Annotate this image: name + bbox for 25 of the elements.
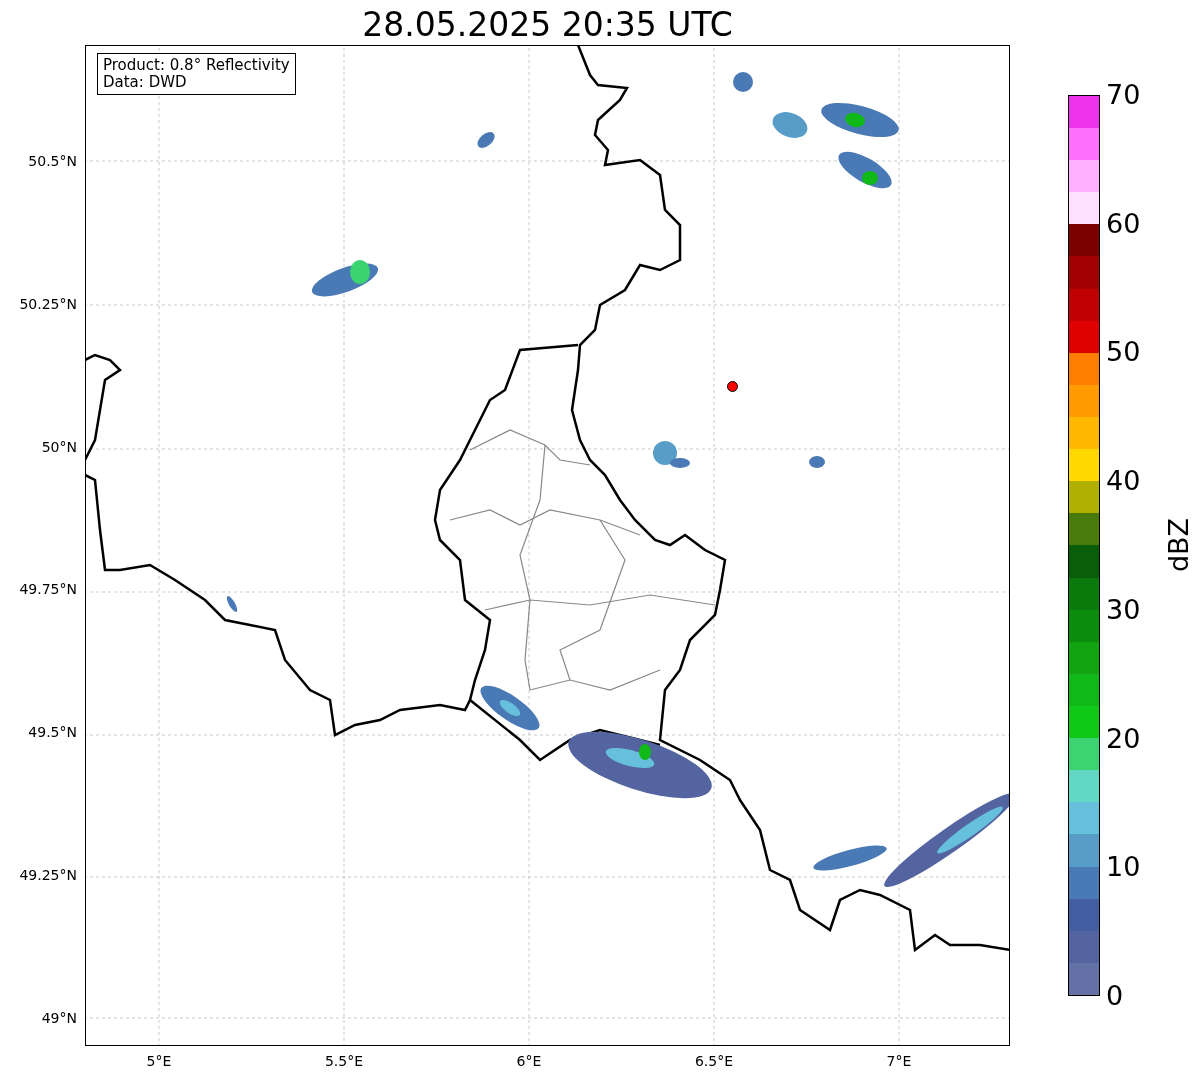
- colorbar-tick-label: 50: [1106, 337, 1141, 368]
- colorbar-tick-label: 30: [1106, 594, 1141, 625]
- chart-title: 28.05.2025 20:35 UTC: [362, 5, 733, 45]
- info-text: Product: 0.8° Reflectivity: [103, 57, 290, 74]
- colorbar-tick-label: 10: [1106, 852, 1141, 883]
- colorbar-tick-label: 0: [1106, 981, 1124, 1011]
- colorbar-label: dBZ: [1162, 517, 1194, 573]
- latitude-tick-label: 50°N: [41, 438, 77, 455]
- latitude-tick-label: 49.5°N: [28, 724, 77, 741]
- info-text: Data: DWD: [103, 74, 188, 91]
- longitude-tick-label: 5.5°E: [324, 1053, 364, 1069]
- longitude-tick-label: 6.5°E: [694, 1053, 734, 1069]
- latitude-tick-label: 49°N: [41, 1009, 77, 1026]
- latitude-tick-label: 49.25°N: [19, 867, 77, 883]
- longitude-tick-label: 6°E: [516, 1053, 542, 1069]
- latitude-tick-label: 50.5°N: [28, 153, 77, 169]
- colorbar-tick-label: 20: [1106, 723, 1141, 754]
- latitude-tick-label: 49.75°N: [19, 581, 77, 598]
- longitude-tick-label: 7°E: [886, 1053, 912, 1069]
- longitude-tick-label: 5°E: [146, 1053, 172, 1069]
- latitude-tick-label: 50.25°N: [19, 295, 77, 312]
- colorbar-tick-label: 70: [1106, 80, 1141, 110]
- colorbar-tick-label: 60: [1106, 208, 1141, 239]
- radar-site-marker: [727, 381, 738, 392]
- colorbar-tick-label: 40: [1106, 466, 1141, 497]
